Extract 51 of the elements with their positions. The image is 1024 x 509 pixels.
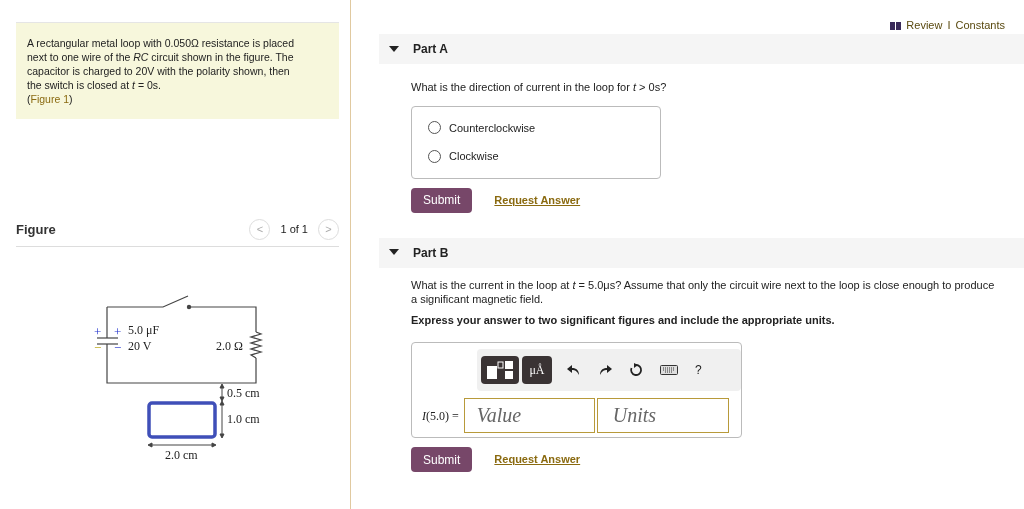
resistance-label: 2.0 Ω [216, 339, 243, 353]
part-header[interactable]: Part A [379, 34, 1024, 64]
reset-icon[interactable] [629, 363, 643, 377]
request-answer-link[interactable]: Request Answer [494, 191, 581, 209]
intro-text: A rectangular metal loop with 0.050Ω resistance is placed next to one wire of the RC circuit shown in the figure. The capacitor is charged to 20V with the polarity shown, then the switch is closed at t = 0s. (Figure 1) [27, 36, 295, 106]
units-button[interactable]: μÅ [522, 356, 552, 384]
height-label: 1.0 cm [227, 412, 260, 426]
submit-button[interactable]: Submit [411, 187, 473, 213]
keyboard-icon[interactable] [660, 365, 678, 375]
units-field[interactable]: Units [596, 398, 729, 433]
radio-button[interactable] [428, 149, 441, 163]
resistor-icon [248, 331, 264, 359]
gap-arrow [219, 383, 225, 402]
redo-icon[interactable] [598, 364, 612, 376]
undo-icon[interactable] [567, 364, 581, 376]
part-title: Part B [413, 244, 449, 262]
gap-label: 0.5 cm [227, 386, 260, 400]
switch-contact [186, 304, 192, 310]
option-label: Clockwise [449, 149, 499, 164]
radio-button[interactable] [428, 121, 441, 135]
question-text: What is the current in the loop at t = 5.0μs? Assume that only the circuit wire next to the loop is close enough to produce a significant magnetic field. [411, 277, 996, 306]
equation-label: I(5.0) = [422, 407, 459, 425]
template-icon [486, 360, 514, 380]
plus-sign: + [114, 324, 122, 339]
option-label: Counterclockwise [449, 120, 536, 136]
width-arrow [147, 442, 217, 448]
caret-icon [389, 249, 399, 256]
constants-link[interactable]: Constants [955, 17, 1005, 34]
part-title: Part A [413, 41, 448, 58]
review-link[interactable]: Review [906, 17, 943, 34]
template-button[interactable] [481, 356, 519, 384]
page-indicator: 1 of 1 [280, 222, 308, 238]
instruction-text: Express your answer to two significant figures and include the appropriate units. [411, 312, 836, 328]
capacitance-label: 5.0 μF [128, 323, 160, 337]
separator-text: I [947, 18, 951, 34]
minus-sign: − [114, 340, 122, 355]
figure-title: Figure [16, 220, 56, 239]
minus-sign: − [94, 340, 102, 355]
caret-icon [389, 45, 399, 53]
height-arrow [219, 400, 225, 439]
submit-button[interactable]: Submit [411, 447, 473, 472]
plus-sign: + [94, 324, 102, 339]
value-field[interactable]: Value [463, 398, 595, 433]
part-header[interactable]: Part B [379, 237, 1024, 268]
help-button[interactable]: ? [695, 361, 702, 379]
voltage-label: 20 V [128, 339, 152, 353]
request-answer-link[interactable]: Request Answer [494, 451, 581, 468]
question-text: What is the direction of current in the loop for t > 0s? [411, 80, 668, 95]
metal-loop [147, 401, 217, 439]
book-icon [890, 21, 902, 30]
width-label: 2.0 cm [165, 448, 198, 462]
